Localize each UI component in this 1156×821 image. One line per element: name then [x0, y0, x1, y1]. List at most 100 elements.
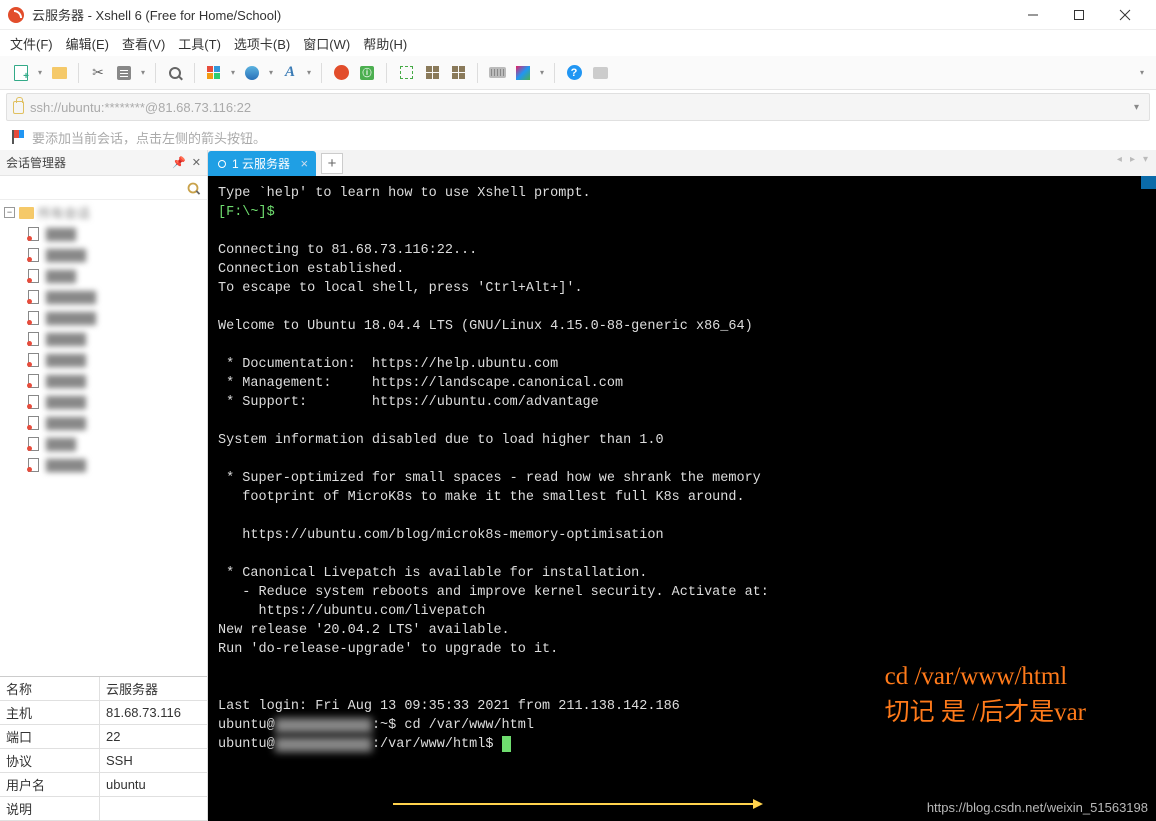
property-row: 主机81.68.73.116 [0, 701, 207, 725]
help-button[interactable]: ? [563, 62, 585, 84]
menu-window[interactable]: 窗口(W) [303, 34, 350, 53]
tab-close-button[interactable]: × [300, 156, 308, 171]
menu-tabs[interactable]: 选项卡(B) [234, 34, 290, 53]
tree-item[interactable]: ▇▇▇▇ [0, 412, 207, 433]
web-button[interactable] [241, 62, 263, 84]
property-row: 端口22 [0, 725, 207, 749]
prop-head-key: 名称 [0, 677, 100, 700]
menu-help[interactable]: 帮助(H) [363, 34, 407, 53]
property-row: 说明 [0, 797, 207, 821]
tree-item[interactable]: ▇▇▇▇▇ [0, 286, 207, 307]
font-button[interactable]: A [279, 62, 301, 84]
session-icon [26, 353, 41, 367]
new-tab-button[interactable]: + [321, 153, 343, 174]
prop-value: 81.68.73.116 [100, 705, 207, 720]
session-tree[interactable]: − 所有会话 ▇▇▇▇▇▇▇▇▇▇▇▇▇▇▇▇▇▇▇▇▇▇▇▇▇▇▇▇▇▇▇▇▇… [0, 200, 207, 676]
fullscreen-button[interactable] [395, 62, 417, 84]
highlight-dropdown[interactable]: ▾ [538, 68, 546, 77]
annotation-overlay: cd /var/www/html切记 是 /后才是var [885, 659, 1086, 731]
menu-edit[interactable]: 编辑(E) [66, 34, 109, 53]
tree-item[interactable]: ▇▇▇ [0, 433, 207, 454]
minimize-button[interactable] [1010, 0, 1056, 30]
tab-next-button[interactable]: ▸ [1130, 154, 1135, 165]
prop-key: 协议 [0, 749, 100, 772]
collapse-icon[interactable]: − [4, 207, 15, 218]
copy-dropdown[interactable]: ▾ [229, 68, 237, 77]
search-icon [188, 182, 199, 193]
tab-list-button[interactable]: ▾ [1143, 154, 1148, 165]
app-logo-icon [8, 7, 24, 23]
status-dot-icon [218, 160, 226, 168]
separator [194, 63, 195, 83]
tree-item[interactable]: ▇▇▇ [0, 265, 207, 286]
close-panel-button[interactable]: ✕ [192, 156, 201, 169]
reconnect-dropdown[interactable]: ▾ [139, 68, 147, 77]
tree-item-label: ▇▇▇▇ [46, 247, 86, 263]
menu-view[interactable]: 查看(V) [122, 34, 165, 53]
tree-item[interactable]: ▇▇▇▇ [0, 328, 207, 349]
close-button[interactable] [1102, 0, 1148, 30]
web-dropdown[interactable]: ▾ [267, 68, 275, 77]
tile2-button[interactable] [447, 62, 469, 84]
session-icon [26, 374, 41, 388]
prop-key: 用户名 [0, 773, 100, 796]
find-button[interactable] [164, 62, 186, 84]
address-dropdown-icon[interactable]: ▾ [1134, 102, 1139, 113]
prop-key: 说明 [0, 797, 100, 820]
menu-file[interactable]: 文件(F) [10, 34, 53, 53]
new-session-button[interactable] [10, 62, 32, 84]
pin-button[interactable]: 📌 [172, 156, 186, 169]
separator [78, 63, 79, 83]
highlight-button[interactable] [512, 62, 534, 84]
tree-item[interactable]: ▇▇▇▇ [0, 244, 207, 265]
sidebar-title: 会话管理器 [6, 154, 166, 171]
prop-key: 主机 [0, 701, 100, 724]
menu-tools[interactable]: 工具(T) [178, 34, 221, 53]
prop-value: ubuntu [100, 777, 207, 792]
reconnect-button[interactable] [113, 62, 135, 84]
terminal[interactable]: Type `help' to learn how to use Xshell p… [208, 176, 1156, 821]
keyboard-button[interactable] [486, 62, 508, 84]
tree-item[interactable]: ▇▇▇▇ [0, 454, 207, 475]
toolbar-overflow[interactable]: ▾ [1138, 68, 1146, 77]
tree-item-label: ▇▇▇▇▇ [46, 289, 96, 305]
property-row: 协议SSH [0, 749, 207, 773]
tile-button[interactable] [421, 62, 443, 84]
tree-item-label: ▇▇▇▇ [46, 457, 86, 473]
scrollbar[interactable] [1141, 176, 1156, 821]
tree-item[interactable]: ▇▇▇▇ [0, 349, 207, 370]
new-session-dropdown[interactable]: ▾ [36, 68, 44, 77]
copy-button[interactable] [203, 62, 225, 84]
maximize-button[interactable] [1056, 0, 1102, 30]
session-tab[interactable]: 1 云服务器 × [208, 151, 316, 176]
separator [386, 63, 387, 83]
open-button[interactable] [48, 62, 70, 84]
cursor-icon [502, 736, 511, 752]
lock-icon [13, 101, 24, 114]
address-text: ssh://ubuntu:********@81.68.73.116:22 [30, 100, 251, 115]
flag-icon [12, 130, 26, 144]
address-bar[interactable]: ssh://ubuntu:********@81.68.73.116:22 ▾ [6, 93, 1150, 121]
feedback-button[interactable] [589, 62, 611, 84]
session-icon [26, 332, 41, 346]
menubar: 文件(F) 编辑(E) 查看(V) 工具(T) 选项卡(B) 窗口(W) 帮助(… [0, 30, 1156, 56]
tree-item[interactable]: ▇▇▇▇ [0, 370, 207, 391]
sidebar-search[interactable] [0, 176, 207, 200]
tab-prev-button[interactable]: ◂ [1117, 154, 1122, 165]
hint-bar: 要添加当前会话，点击左侧的箭头按钮。 [0, 124, 1156, 150]
font-dropdown[interactable]: ▾ [305, 68, 313, 77]
tree-item[interactable]: ▇▇▇▇ [0, 391, 207, 412]
toolbar: ▾ ✂ ▾ ▾ ▾ A ▾ ⓘ ▾ ? ▾ [0, 56, 1156, 90]
tree-root[interactable]: − 所有会话 [0, 202, 207, 223]
xftp-button[interactable]: ⓘ [356, 62, 378, 84]
prop-value: SSH [100, 753, 207, 768]
separator [477, 63, 478, 83]
tree-item[interactable]: ▇▇▇ [0, 223, 207, 244]
xagent-button[interactable] [330, 62, 352, 84]
tree-item-label: ▇▇▇ [46, 226, 76, 242]
session-icon [26, 269, 41, 283]
tree-item[interactable]: ▇▇▇▇▇ [0, 307, 207, 328]
disconnect-button[interactable]: ✂ [87, 62, 109, 84]
session-manager-panel: 会话管理器 📌 ✕ − 所有会话 ▇▇▇▇▇▇▇▇▇▇▇▇▇▇▇▇▇▇▇▇▇▇▇… [0, 150, 208, 821]
tree-root-label: 所有会话 [38, 203, 90, 222]
